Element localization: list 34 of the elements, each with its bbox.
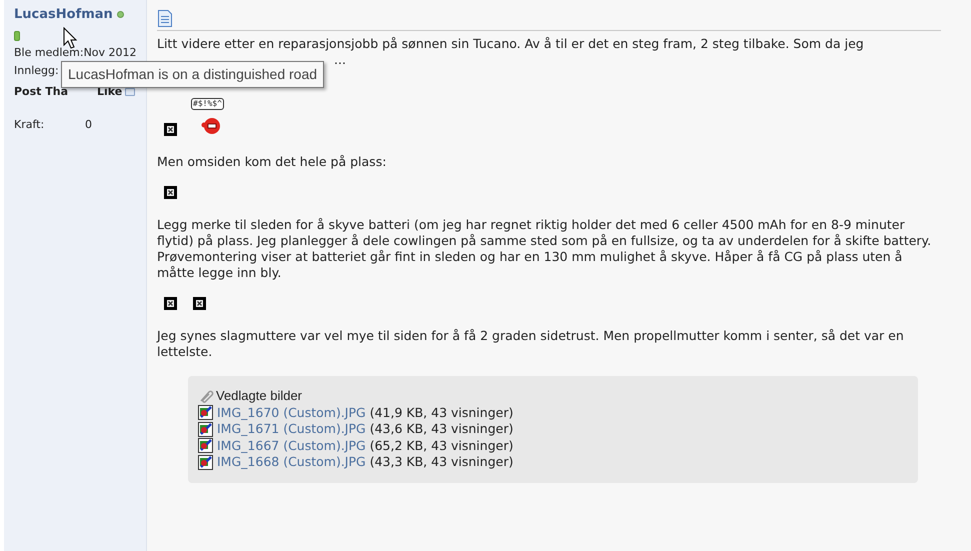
paperclip-icon [198, 389, 214, 404]
attachment-info: (65,2 KB, 43 visninger) [370, 438, 514, 454]
image-file-icon [198, 422, 213, 437]
broken-image-icon [164, 186, 177, 199]
username-link[interactable]: LucasHofman [14, 5, 113, 24]
attachment-link[interactable]: IMG_1671 (Custom).JPG [217, 421, 366, 438]
broken-image-icon [164, 297, 177, 310]
attachment-info: (43,3 KB, 43 visninger) [370, 454, 514, 470]
attachment-info: (41,9 KB, 43 visninger) [370, 404, 514, 421]
broken-image-icon [164, 123, 177, 136]
attachment-link[interactable]: IMG_1667 (Custom).JPG [217, 438, 366, 454]
image-file-icon [198, 454, 213, 470]
attachment-info: (43,6 KB, 43 visninger) [370, 421, 514, 438]
document-icon [158, 10, 172, 27]
field-value: Nov 2012 [84, 44, 137, 58]
tooltip: LucasHofman is on a distinguished road [61, 61, 324, 88]
image-file-icon [198, 438, 213, 454]
broken-image-icon [193, 297, 206, 310]
post-text: Litt videre etter en reparasjonsjobb på sønnen sin Tucano. Av å til er det en steg fram, 2 steg tilbake. Som da jeg [157, 36, 865, 52]
image-file-icon [198, 405, 213, 420]
cursor-icon [63, 27, 77, 49]
speech-bubble: #$!%$^ [191, 98, 224, 110]
angry-face-icon [201, 115, 221, 135]
post-text: Legg merke til sleden for å skyve batteri (om jeg har regnet riktig holder det med 6 celler 4500 mAh for en 8-9 minuter flytid) på plass. Jeg planlegger å dele cowlingen på samme sted som på en fullsize, og ta av underdelen for å skifte battery. Prøvemontering viser at batteriet går fint in sleden og har en 130 mm mulighet å skyve. Håper å få CG på plass uten å måtte legge inn bly. [157, 217, 932, 281]
attachment-link[interactable]: IMG_1670 (Custom).JPG [217, 404, 366, 421]
stat-value: 0 [85, 117, 92, 133]
attachments-title: Vedlagte bilder [216, 388, 302, 404]
attachment-link[interactable]: IMG_1668 (Custom).JPG [217, 454, 366, 470]
stat-label: Kraft: [14, 117, 46, 133]
post-text: Jeg synes slagmuttere var vel mye til siden for å få 2 graden sidetrust. Men propellmutter komm i senter, så det var en lettelste. [157, 328, 905, 360]
field-label: Ble medlem: [14, 44, 84, 58]
reputation-bar-icon [14, 30, 20, 40]
post-text: Men omsiden kom det hele på plass: [157, 154, 388, 170]
post-text: ... [334, 52, 346, 67]
